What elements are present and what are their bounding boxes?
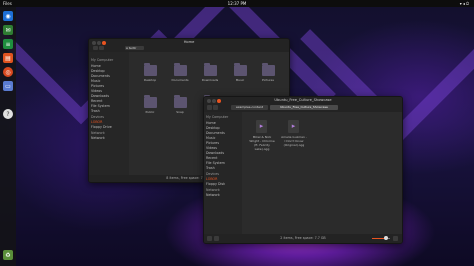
file-label: Pictures bbox=[262, 78, 274, 82]
sidebar-item-desktop[interactable]: Desktop bbox=[206, 126, 220, 130]
sidebar-item-floppy[interactable]: Floppy Drive bbox=[91, 125, 112, 129]
minimize-button[interactable] bbox=[92, 41, 96, 45]
zoom-button[interactable] bbox=[393, 236, 398, 241]
sidebar-header-network: Network bbox=[91, 131, 105, 135]
close-button[interactable] bbox=[102, 41, 106, 45]
back-button[interactable] bbox=[207, 105, 212, 110]
sidebar-item-trash[interactable]: Trash bbox=[91, 109, 100, 113]
top-bar: Files 12:37 PM ▾◂⏻ bbox=[0, 0, 474, 7]
sidebar-item-desktop[interactable]: Desktop bbox=[91, 69, 105, 73]
file-label: Public bbox=[145, 110, 155, 114]
sidebar-item-documents[interactable]: Documents bbox=[206, 131, 225, 135]
sidebar-item-videos[interactable]: Videos bbox=[91, 89, 102, 93]
libreoffice-writer-icon[interactable]: ≡ bbox=[3, 39, 13, 49]
window-header: examples-content Ubuntu_Free_Culture_Sho… bbox=[204, 97, 402, 112]
folder-icon[interactable] bbox=[204, 63, 217, 76]
window-header: Home ⌂ ter6r bbox=[89, 39, 289, 52]
sidebar-header-my-computer: My Computer bbox=[91, 58, 114, 62]
sidebar-item-recent[interactable]: Recent bbox=[91, 99, 102, 103]
sidebar-item-recent[interactable]: Recent bbox=[206, 156, 217, 160]
sidebar-item-file-system[interactable]: File System bbox=[206, 161, 225, 165]
window-title-text: Ubuntu_Free_Culture_Showcase bbox=[274, 98, 332, 102]
folder-icon[interactable] bbox=[144, 95, 157, 108]
sidebar-header-my-computer: My Computer bbox=[206, 115, 229, 119]
zoom-slider-handle[interactable] bbox=[384, 236, 388, 240]
audio-file-icon[interactable]: ▸ bbox=[256, 120, 267, 133]
power-icon[interactable]: ⏻ bbox=[466, 1, 470, 6]
folder-icon[interactable] bbox=[174, 63, 187, 76]
status-bar: 2 items, Free space: 7.7 GB bbox=[204, 234, 402, 243]
window-title: Home bbox=[183, 40, 195, 44]
file-label: Amelia Guzman - I Don't Know (Original).… bbox=[281, 135, 307, 147]
sidebar-item-pictures[interactable]: Pictures bbox=[91, 84, 104, 88]
sidebar-item-lobor[interactable]: LOBOR bbox=[91, 120, 102, 124]
sidebar-item-music[interactable]: Music bbox=[206, 136, 215, 140]
sidebar-item-lobor[interactable]: LOBOR bbox=[206, 177, 217, 181]
folder-icon[interactable] bbox=[174, 95, 187, 108]
ubuntu-software-icon[interactable]: ◎ bbox=[3, 67, 13, 77]
home-icon: ⌂ bbox=[126, 46, 128, 50]
sidebar: My Computer Home Desktop Documents Music… bbox=[204, 112, 242, 243]
sidebar-item-file-system[interactable]: File System bbox=[91, 104, 110, 108]
forward-button[interactable] bbox=[99, 46, 104, 50]
app-menu[interactable]: Files bbox=[3, 1, 12, 6]
sidebar-item-trash[interactable]: Trash bbox=[206, 166, 215, 170]
file-label: Mikel & Nick Wright - Chlorine (ft. Feli… bbox=[249, 135, 275, 151]
sidebar-item-videos[interactable]: Videos bbox=[206, 146, 217, 150]
breadcrumb-examples[interactable]: examples-content bbox=[231, 105, 268, 110]
file-label: Downloads bbox=[201, 78, 219, 82]
forward-button[interactable] bbox=[213, 105, 218, 110]
file-label: Snap bbox=[176, 110, 184, 114]
sidebar-item-documents[interactable]: Documents bbox=[91, 74, 110, 78]
sidebar-item-home[interactable]: Home bbox=[206, 121, 216, 125]
sidebar-item-home[interactable]: Home bbox=[91, 64, 101, 68]
libreoffice-impress-icon[interactable]: ▤ bbox=[3, 53, 13, 63]
sidebar-item-floppy[interactable]: Floppy Disk bbox=[206, 182, 225, 186]
sidebar-item-downloads[interactable]: Downloads bbox=[91, 94, 109, 98]
sidebar-item-downloads[interactable]: Downloads bbox=[206, 151, 224, 155]
folder-icon[interactable] bbox=[262, 63, 275, 76]
files-icon[interactable]: ▭ bbox=[3, 81, 13, 91]
file-label: Documents bbox=[171, 78, 189, 82]
maximize-button[interactable] bbox=[97, 41, 101, 45]
sidebar-header-network: Network bbox=[206, 188, 220, 192]
sidebar-item-network[interactable]: Network bbox=[91, 136, 105, 140]
help-icon[interactable]: ? bbox=[3, 109, 13, 119]
sidebar: My Computer Home Desktop Documents Music… bbox=[89, 52, 129, 182]
system-tray[interactable]: ▾◂⏻ bbox=[460, 1, 470, 6]
sidebar-header-devices: Devices bbox=[91, 115, 104, 119]
sidebar-item-music[interactable]: Music bbox=[91, 79, 100, 83]
dock: ◉ ✉ ≡ ▤ ◎ ▭ ? ♻ bbox=[0, 7, 16, 266]
file-label: Music bbox=[235, 78, 245, 82]
sidebar-item-pictures[interactable]: Pictures bbox=[206, 141, 219, 145]
file-label: Desktop bbox=[143, 78, 157, 82]
folder-icon[interactable] bbox=[144, 63, 157, 76]
firefox-icon[interactable]: ◉ bbox=[3, 11, 13, 21]
audio-file-icon[interactable]: ▸ bbox=[288, 120, 299, 133]
trash-icon[interactable]: ♻ bbox=[3, 250, 13, 260]
clock[interactable]: 12:37 PM bbox=[211, 1, 263, 6]
sidebar-header-devices: Devices bbox=[206, 172, 219, 176]
breadcrumb-current[interactable]: Ubuntu_Free_Culture_Showcase bbox=[270, 105, 338, 110]
zoom-slider-fill bbox=[372, 238, 384, 239]
thunderbird-icon[interactable]: ✉ bbox=[3, 25, 13, 35]
sidebar-item-network[interactable]: Network bbox=[206, 193, 220, 197]
path-label: ter6r bbox=[128, 46, 137, 50]
files-window-showcase: examples-content Ubuntu_Free_Culture_Sho… bbox=[203, 96, 403, 244]
path-button[interactable]: ⌂ ter6r bbox=[125, 46, 144, 50]
back-button[interactable] bbox=[93, 46, 98, 50]
folder-icon[interactable] bbox=[234, 63, 247, 76]
